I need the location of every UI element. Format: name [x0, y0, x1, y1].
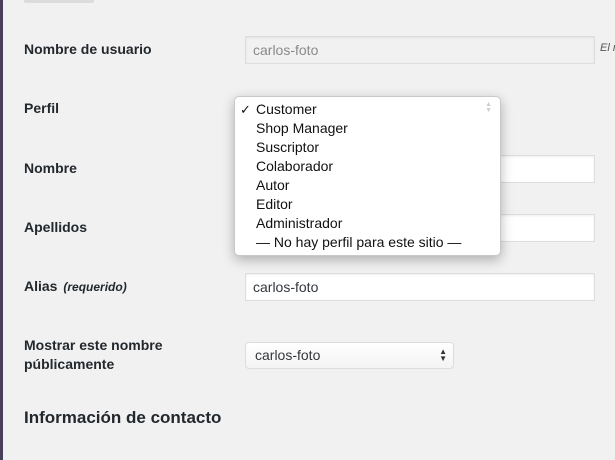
role-option-administrador[interactable]: Administrador: [235, 214, 500, 233]
role-option-label: Colaborador: [256, 158, 334, 174]
top-scrolled-element: [24, 0, 94, 3]
role-option-label: Administrador: [256, 215, 343, 231]
nickname-label: Alias (requerido): [24, 277, 127, 297]
role-option-label: Shop Manager: [256, 120, 348, 136]
role-option-label: — No hay perfil para este sitio —: [256, 234, 462, 250]
display-name-label: Mostrar este nombre públicamente: [24, 336, 162, 374]
username-label: Nombre de usuario: [24, 41, 152, 57]
check-icon: ✓: [240, 102, 251, 117]
nickname-field[interactable]: [245, 273, 595, 301]
username-note: El n: [600, 42, 615, 54]
required-note: (requerido): [63, 280, 127, 294]
role-label: Perfil: [24, 100, 60, 116]
role-option-customer[interactable]: ✓ Customer: [235, 100, 500, 119]
contact-info-heading: Información de contacto: [24, 408, 222, 427]
role-option-label: Editor: [256, 196, 293, 212]
role-option-label: Suscriptor: [256, 139, 320, 155]
role-option-suscriptor[interactable]: Suscriptor: [235, 138, 500, 157]
role-option-colaborador[interactable]: Colaborador: [235, 157, 500, 176]
display-name-select[interactable]: carlos-foto ▲ ▼: [245, 342, 454, 369]
role-dropdown-menu[interactable]: ▲ ▼ ✓ Customer Shop Manager Suscriptor Co…: [234, 96, 501, 256]
role-option-label: Customer: [256, 101, 317, 117]
role-option-no-role[interactable]: — No hay perfil para este sitio —: [235, 233, 500, 252]
firstname-label: Nombre: [24, 160, 77, 176]
role-option-label: Autor: [256, 177, 290, 193]
username-field: [245, 36, 595, 64]
role-option-autor[interactable]: Autor: [235, 176, 500, 195]
display-name-label-line2: públicamente: [24, 356, 115, 372]
lastname-label: Apellidos: [24, 219, 88, 235]
nickname-label-text: Alias: [24, 278, 58, 294]
up-down-arrows-icon: ▲ ▼: [439, 347, 447, 363]
display-name-label-line1: Mostrar este nombre: [24, 337, 163, 353]
role-option-editor[interactable]: Editor: [235, 195, 500, 214]
role-option-shop-manager[interactable]: Shop Manager: [235, 119, 500, 138]
display-name-selected: carlos-foto: [255, 347, 321, 363]
admin-menu-edge: [0, 0, 3, 460]
